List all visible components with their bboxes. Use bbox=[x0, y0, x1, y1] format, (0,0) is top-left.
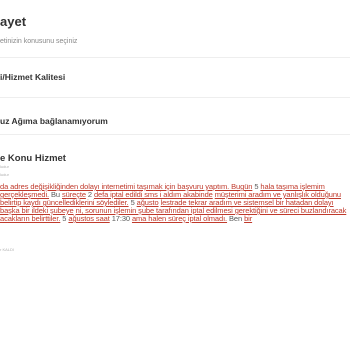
page-subtitle: etinizin konusunu seçiniz bbox=[0, 38, 78, 45]
highlighted-text-run: ama halen süreç iptal olmadı. bbox=[131, 214, 228, 223]
text-run: 17:30 bbox=[109, 214, 132, 223]
highlighted-text-run: bir bbox=[244, 214, 253, 223]
text-run: Ben bbox=[227, 214, 245, 223]
divider bbox=[0, 134, 350, 135]
page-title: ayet bbox=[0, 14, 27, 29]
divider bbox=[0, 57, 350, 58]
highlighted-text-run: ağustos saat bbox=[68, 214, 110, 223]
highlighted-text-run: acakların belirttiler. bbox=[0, 214, 61, 223]
character-counter: r KALDI bbox=[0, 247, 15, 252]
category-service-quality[interactable]: i/Hizmet Kalitesi bbox=[0, 72, 65, 82]
subitem-label: ludur bbox=[0, 172, 9, 177]
complaint-form-page: ayet etinizin konusunu seçiniz i/Hizmet … bbox=[0, 0, 350, 350]
divider bbox=[0, 97, 350, 98]
subitem-label: ludur bbox=[0, 164, 9, 169]
category-topic-service[interactable]: e Konu Hizmet bbox=[0, 153, 66, 164]
category-network-connection[interactable]: uz Ağıma bağlanamıyorum bbox=[0, 116, 108, 126]
complaint-description[interactable]: da adres değişikliğinden dolayı internet… bbox=[0, 183, 350, 223]
